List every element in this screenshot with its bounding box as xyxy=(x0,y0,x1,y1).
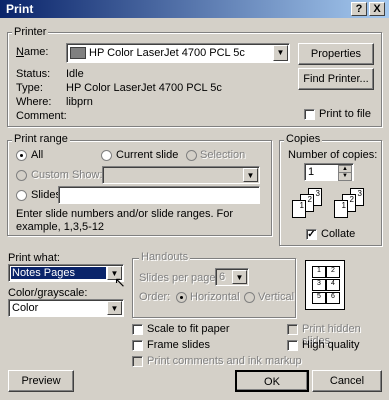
range-custom-label: Custom Show: xyxy=(31,169,103,181)
collate-label: Collate xyxy=(321,228,356,240)
type-label: Type: xyxy=(16,82,43,94)
type-value: HP Color LaserJet 4700 PCL 5c xyxy=(66,82,222,94)
print-comments-label: Print comments and ink markup xyxy=(147,355,302,367)
where-label: Where: xyxy=(16,96,52,108)
mouse-pointer-icon: ↖ xyxy=(114,274,126,290)
print-to-file-checkbox[interactable] xyxy=(304,109,315,120)
order-label: Order: xyxy=(139,291,171,303)
slides-input[interactable] xyxy=(58,186,260,204)
scale-to-fit-checkbox[interactable] xyxy=(132,324,143,335)
chevron-down-icon[interactable]: ▼ xyxy=(107,301,122,315)
ok-button[interactable]: OK xyxy=(235,370,309,392)
high-quality-checkbox[interactable] xyxy=(287,340,298,351)
chevron-down-icon[interactable]: ▼ xyxy=(243,168,258,182)
where-value: libprn xyxy=(66,96,93,108)
color-value: Color xyxy=(12,302,39,314)
print-hidden-checkbox[interactable] xyxy=(287,324,298,335)
print-what-value: Notes Pages xyxy=(12,267,75,279)
custom-show-dropdown[interactable]: ▼ xyxy=(102,166,260,184)
preview-button[interactable]: Preview xyxy=(8,370,74,392)
copies-value: 1 xyxy=(308,166,315,178)
copies-spinner[interactable]: 1 ▲ ▼ xyxy=(304,163,354,181)
scale-to-fit-label: Scale to fit paper xyxy=(147,323,230,335)
handouts-group xyxy=(132,258,296,318)
printer-group-label: Printer xyxy=(12,26,49,38)
slides-per-page-dropdown[interactable]: 6 ▼ xyxy=(215,268,249,286)
spin-down-icon[interactable]: ▼ xyxy=(338,172,352,181)
range-selection-radio[interactable] xyxy=(186,150,197,161)
cancel-button[interactable]: Cancel xyxy=(312,370,382,392)
print-range-label: Print range xyxy=(12,133,70,145)
print-what-dropdown[interactable]: Notes Pages ▼ xyxy=(8,264,124,282)
frame-slides-label: Frame slides xyxy=(147,339,210,351)
color-dropdown[interactable]: Color ▼ xyxy=(8,299,124,317)
range-hint: Enter slide numbers and/or slide ranges.… xyxy=(16,208,234,233)
range-slides-radio[interactable] xyxy=(16,190,27,201)
order-vertical-label: Vertical xyxy=(258,291,295,303)
print-what-label: Print what: xyxy=(8,252,60,264)
slides-per-page-label: Slides per page: xyxy=(139,272,219,284)
printer-name-value: HP Color LaserJet 4700 PCL 5c xyxy=(89,47,245,59)
copies-label: Copies xyxy=(284,133,323,145)
status-value: Idle xyxy=(66,68,84,80)
range-all-label: All xyxy=(31,149,44,161)
print-to-file-label: Print to file xyxy=(319,108,371,120)
slides-per-page-value: 6 xyxy=(219,271,226,283)
properties-button[interactable]: Properties xyxy=(298,43,374,65)
order-vertical-radio[interactable] xyxy=(244,292,255,303)
range-all-radio[interactable] xyxy=(16,150,27,161)
number-of-copies-label: Number of copies: xyxy=(288,149,378,161)
chevron-down-icon[interactable]: ▼ xyxy=(273,45,288,61)
printer-icon xyxy=(70,47,86,59)
order-horizontal-label: Horizontal xyxy=(190,291,240,303)
color-label: Color/grayscale: xyxy=(8,287,88,299)
printer-name-label: Name: xyxy=(16,46,49,58)
find-printer-button[interactable]: Find Printer... xyxy=(298,68,374,90)
print-comments-checkbox[interactable] xyxy=(132,356,143,367)
high-quality-label: High quality xyxy=(302,339,360,351)
title-bar: Print ? X xyxy=(0,0,389,18)
range-custom-radio[interactable] xyxy=(16,170,27,181)
close-button[interactable]: X xyxy=(369,2,385,16)
help-button[interactable]: ? xyxy=(351,2,367,16)
range-selection-label: Selection xyxy=(200,149,246,161)
range-current-radio[interactable] xyxy=(101,150,112,161)
printer-name-dropdown[interactable]: HP Color LaserJet 4700 PCL 5c ▼ xyxy=(66,43,290,63)
collate-checkbox[interactable]: ✓ xyxy=(306,229,317,240)
comment-label: Comment: xyxy=(16,110,67,122)
range-current-label: Current slide xyxy=(116,149,179,161)
frame-slides-checkbox[interactable] xyxy=(132,340,143,351)
order-horizontal-radio[interactable] xyxy=(176,292,187,303)
collate-illustration: 3 2 1 3 2 1 xyxy=(290,188,370,224)
status-label: Status: xyxy=(16,68,51,80)
window-title: Print xyxy=(6,2,34,16)
handouts-label: Handouts xyxy=(139,251,191,263)
chevron-down-icon[interactable]: ▼ xyxy=(232,270,247,284)
handout-preview: 1 2 3 4 5 6 xyxy=(305,260,345,310)
